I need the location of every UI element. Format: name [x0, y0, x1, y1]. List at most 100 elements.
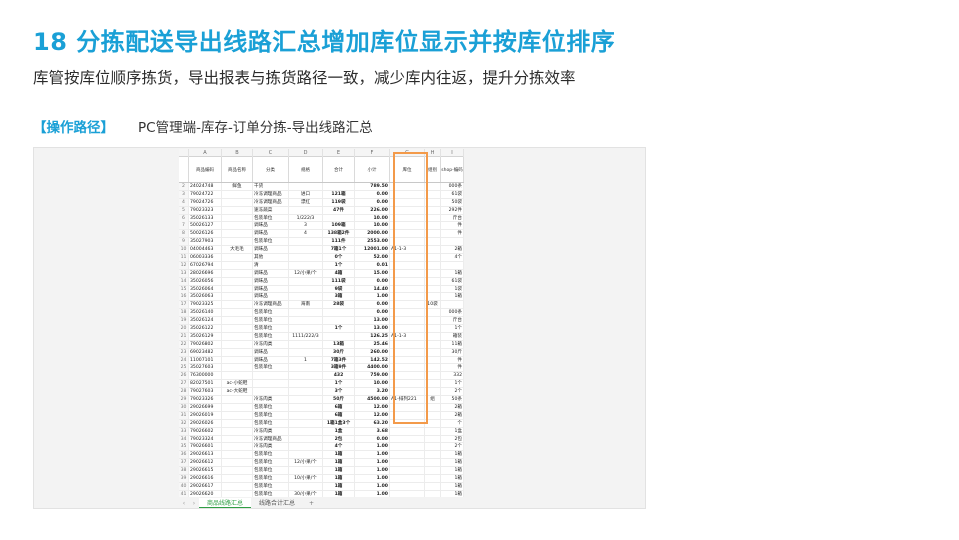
- table-cell[interactable]: [222, 467, 253, 475]
- table-cell[interactable]: 1箱: [323, 482, 355, 490]
- table-cell[interactable]: [390, 238, 425, 246]
- header-cell[interactable]: 合计: [323, 157, 355, 182]
- table-cell[interactable]: [425, 467, 441, 475]
- table-cell[interactable]: [390, 190, 425, 198]
- table-cell[interactable]: [441, 301, 464, 309]
- table-cell[interactable]: 0.00: [355, 190, 390, 198]
- table-cell[interactable]: 13.00: [355, 317, 390, 325]
- table-cell[interactable]: 2000.00: [355, 230, 390, 238]
- table-row[interactable]: 5 79023323 速冻蔬菜 47件 226.00 292件: [179, 206, 464, 215]
- table-cell[interactable]: [222, 474, 253, 482]
- table-cell[interactable]: 29026612: [189, 459, 222, 467]
- row-number[interactable]: 17: [179, 301, 189, 309]
- table-cell[interactable]: [222, 285, 253, 293]
- column-letter[interactable]: G: [390, 149, 425, 157]
- table-cell[interactable]: [222, 427, 253, 435]
- table-cell[interactable]: [222, 396, 253, 404]
- table-cell[interactable]: 111袋: [323, 277, 355, 285]
- table-cell[interactable]: [425, 356, 441, 364]
- table-cell[interactable]: [222, 214, 253, 222]
- table-cell[interactable]: 包装单位: [253, 403, 289, 411]
- table-row[interactable]: 13 28026696 调味品 12/小果/个 4箱 15.00 1箱: [179, 269, 464, 278]
- table-cell[interactable]: [390, 230, 425, 238]
- table-cell[interactable]: 4箱: [323, 269, 355, 277]
- table-row[interactable]: 21 35026129 包装单位 1111/222/3 126.25 A1-1-3 箱装: [179, 332, 464, 341]
- table-cell[interactable]: [289, 309, 323, 317]
- table-cell[interactable]: 调味品: [253, 277, 289, 285]
- table-cell[interactable]: [425, 230, 441, 238]
- row-number[interactable]: 7: [179, 222, 189, 230]
- table-cell[interactable]: 52.00: [355, 254, 390, 262]
- header-cell[interactable]: 小计: [355, 157, 390, 182]
- table-cell[interactable]: 12/小果/个: [289, 269, 323, 277]
- table-cell[interactable]: 9袋: [323, 285, 355, 293]
- header-cell[interactable]: 组别: [425, 157, 441, 182]
- table-cell[interactable]: [425, 435, 441, 443]
- table-cell[interactable]: [390, 183, 425, 190]
- table-cell[interactable]: 79027603: [189, 388, 222, 396]
- table-cell[interactable]: 138箱2件: [323, 230, 355, 238]
- row-number[interactable]: 22: [179, 340, 189, 348]
- table-row[interactable]: 37 29026612 包装单位 12/小果/个 1箱 1.00 1箱: [179, 459, 464, 468]
- row-number[interactable]: 27: [179, 380, 189, 388]
- table-cell[interactable]: [390, 388, 425, 396]
- table-row[interactable]: 29 79023326 冷冻肉类 50斤 4500.00 A1-排列221 组 50条: [179, 396, 464, 404]
- table-cell[interactable]: [425, 388, 441, 396]
- table-cell[interactable]: 冷冻肉类: [253, 396, 289, 404]
- table-cell[interactable]: [425, 254, 441, 262]
- table-row[interactable]: 40 29026617 包装单位 1箱 1.00 1箱: [179, 482, 464, 491]
- table-cell[interactable]: [425, 380, 441, 388]
- table-cell[interactable]: [390, 222, 425, 230]
- table-cell[interactable]: [222, 482, 253, 490]
- table-cell[interactable]: 82027501: [189, 380, 222, 388]
- table-cell[interactable]: 1箱: [323, 451, 355, 459]
- table-cell[interactable]: 11箱: [441, 340, 464, 348]
- table-cell[interactable]: [425, 340, 441, 348]
- table-cell[interactable]: [425, 214, 441, 222]
- row-number[interactable]: 12: [179, 261, 189, 269]
- table-row[interactable]: 10 04004463 大毛毛 调味品 7箱1个 12001.00 A1-1-3 2箱: [179, 246, 464, 255]
- table-row[interactable]: 39 29026616 包装单位 10/小果/个 1箱 1.00 1箱: [179, 474, 464, 483]
- table-cell[interactable]: 1箱: [441, 451, 464, 459]
- table-cell[interactable]: 2包: [323, 435, 355, 443]
- table-cell[interactable]: 2个: [441, 443, 464, 451]
- table-cell[interactable]: [289, 317, 323, 325]
- table-cell[interactable]: 142.52: [355, 356, 390, 364]
- table-cell[interactable]: [222, 277, 253, 285]
- table-cell[interactable]: 292件: [441, 206, 464, 214]
- table-cell[interactable]: 28袋: [323, 301, 355, 309]
- table-cell[interactable]: 1盒: [323, 427, 355, 435]
- table-cell[interactable]: 1: [289, 356, 323, 364]
- table-row[interactable]: 23 69023482 调味品 30斤 260.00 30斤: [179, 348, 464, 357]
- table-row[interactable]: 36 29026613 包装单位 1箱 1.00 1箱: [179, 451, 464, 460]
- table-cell[interactable]: 15.00: [355, 269, 390, 277]
- table-cell[interactable]: 件: [441, 364, 464, 372]
- table-cell[interactable]: [390, 474, 425, 482]
- table-cell[interactable]: 1.00: [355, 443, 390, 451]
- table-cell[interactable]: 69023482: [189, 348, 222, 356]
- table-cell[interactable]: 组: [425, 396, 441, 404]
- row-number[interactable]: 25: [179, 364, 189, 372]
- table-row[interactable]: 6 35026133 包装单位 1/222/3 10.00 斤台: [179, 214, 464, 223]
- table-row[interactable]: 11 06003336 其他 0个 52.00 4个: [179, 254, 464, 262]
- table-cell[interactable]: 3: [289, 222, 323, 230]
- header-cell[interactable]: 商品名称: [222, 157, 253, 182]
- table-row[interactable]: 33 79026602 冷冻肉类 1盒 3.68 1盒: [179, 427, 464, 436]
- table-cell[interactable]: 2箱: [441, 411, 464, 419]
- row-number[interactable]: 32: [179, 419, 189, 427]
- table-cell[interactable]: 冷冻调理商品: [253, 190, 289, 198]
- table-cell[interactable]: [390, 356, 425, 364]
- table-cell[interactable]: 2包: [441, 435, 464, 443]
- table-cell[interactable]: 包装单位: [253, 214, 289, 222]
- table-cell[interactable]: 速冻蔬菜: [253, 206, 289, 214]
- row-number[interactable]: 18: [179, 309, 189, 317]
- table-cell[interactable]: 61袋: [441, 190, 464, 198]
- table-cell[interactable]: [390, 293, 425, 301]
- table-cell[interactable]: 包装单位: [253, 411, 289, 419]
- table-cell[interactable]: [289, 254, 323, 262]
- table-cell[interactable]: 包装单位: [253, 309, 289, 317]
- table-cell[interactable]: [390, 254, 425, 262]
- table-cell[interactable]: 件: [441, 356, 464, 364]
- table-row[interactable]: 28 79027603 ac-大蛇鞋 3个 3.20 2个: [179, 388, 464, 397]
- table-cell[interactable]: [222, 190, 253, 198]
